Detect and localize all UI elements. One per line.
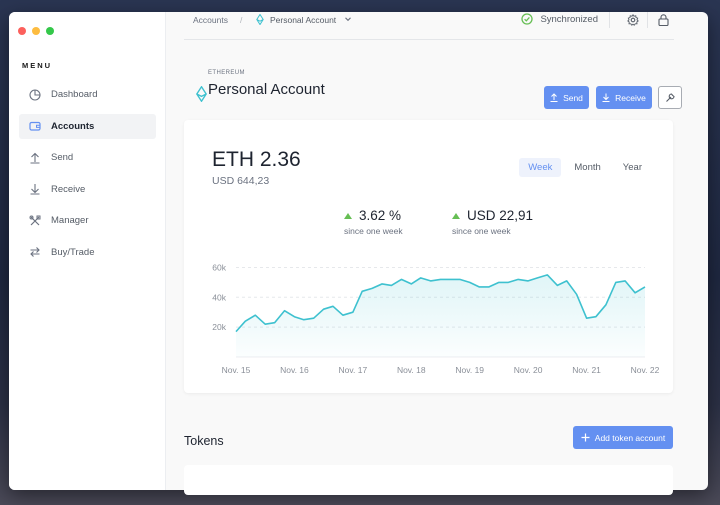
- add-token-account-label: Add token account: [594, 432, 666, 443]
- x-tick-label: Nov. 17: [339, 365, 368, 375]
- x-tick-label: Nov. 22: [631, 365, 660, 375]
- sidebar-item-label: Receive: [51, 183, 86, 195]
- divider: [647, 12, 648, 28]
- receive-button[interactable]: Receive: [596, 86, 652, 109]
- x-tick-label: Nov. 21: [572, 365, 601, 375]
- lock-icon[interactable]: [656, 13, 670, 27]
- balance-card: ETH 2.36 USD 644,23 Week Month Year 3.62…: [184, 120, 673, 393]
- breadcrumb-accounts[interactable]: Accounts: [193, 15, 228, 25]
- account-name: Personal Account: [208, 81, 325, 98]
- x-tick-label: Nov. 20: [514, 365, 543, 375]
- sidebar-item-accounts[interactable]: Accounts: [19, 113, 156, 139]
- arrow-down-icon: [28, 182, 42, 196]
- close-window-button[interactable]: [18, 27, 26, 35]
- series-area: [236, 274, 645, 357]
- y-tick-label: 20k: [212, 322, 226, 332]
- window-controls: [18, 27, 54, 35]
- y-tick-label: 60k: [212, 262, 226, 272]
- gear-icon[interactable]: [626, 13, 640, 27]
- sidebar-item-send[interactable]: Send: [19, 145, 156, 170]
- sidebar-item-dashboard[interactable]: Dashboard: [19, 82, 156, 107]
- pie-chart-icon: [28, 88, 42, 102]
- check-circle-icon: [521, 13, 534, 25]
- tokens-title: Tokens: [184, 434, 224, 448]
- sync-status: Synchronized: [521, 13, 598, 25]
- sidebar-item-label: Buy/Trade: [51, 246, 95, 258]
- chevron-down-icon[interactable]: [344, 15, 352, 25]
- divider: [609, 12, 610, 28]
- wrench-icon[interactable]: [658, 86, 682, 109]
- breadcrumb-separator: /: [240, 15, 243, 25]
- breadcrumb-current-account[interactable]: Personal Account: [270, 15, 336, 25]
- maximize-window-button[interactable]: [46, 27, 54, 35]
- currency-label: ETHEREUM: [208, 70, 245, 76]
- ethereum-icon: [195, 85, 208, 107]
- y-tick-label: 40k: [212, 292, 226, 302]
- sidebar-item-label: Manager: [51, 215, 89, 226]
- sidebar-item-receive[interactable]: Receive: [19, 177, 156, 202]
- x-tick-label: Nov. 18: [397, 365, 426, 375]
- receive-button-label: Receive: [615, 92, 646, 103]
- swap-icon: [28, 245, 42, 259]
- sidebar-nav: Dashboard Accounts Send Receive Manager …: [19, 82, 156, 271]
- tokens-list: [184, 465, 673, 495]
- tools-icon: [28, 214, 42, 228]
- add-token-account-button[interactable]: Add token account: [573, 426, 673, 449]
- send-button-label: Send: [563, 92, 583, 103]
- sidebar-item-manager[interactable]: Manager: [19, 208, 156, 233]
- menu-title: MENU: [22, 61, 53, 70]
- sidebar-item-label: Accounts: [51, 120, 95, 132]
- arrow-down-icon: [602, 93, 610, 102]
- sidebar-item-label: Dashboard: [51, 89, 98, 100]
- ethereum-icon: [256, 13, 264, 27]
- x-tick-label: Nov. 15: [222, 365, 251, 375]
- top-bar: Accounts / Personal Account Synchronized: [184, 0, 674, 40]
- send-button[interactable]: Send: [544, 86, 589, 109]
- minimize-window-button[interactable]: [32, 27, 40, 35]
- arrow-up-icon: [28, 151, 42, 165]
- wallet-icon: [28, 119, 42, 133]
- sidebar: MENU Dashboard Accounts Send Receive Man…: [9, 12, 166, 490]
- arrow-up-icon: [550, 93, 558, 102]
- sync-status-label: Synchronized: [540, 13, 598, 25]
- balance-chart: 60k 40k 20k Nov. 15 Nov. 16 Nov. 17 Nov. 18 Nov…: [212, 262, 660, 375]
- plus-icon: [581, 433, 590, 442]
- sidebar-item-buy-trade[interactable]: Buy/Trade: [19, 240, 156, 265]
- x-tick-label: Nov. 16: [280, 365, 309, 375]
- sidebar-item-label: Send: [51, 152, 74, 163]
- x-tick-label: Nov. 19: [455, 365, 484, 375]
